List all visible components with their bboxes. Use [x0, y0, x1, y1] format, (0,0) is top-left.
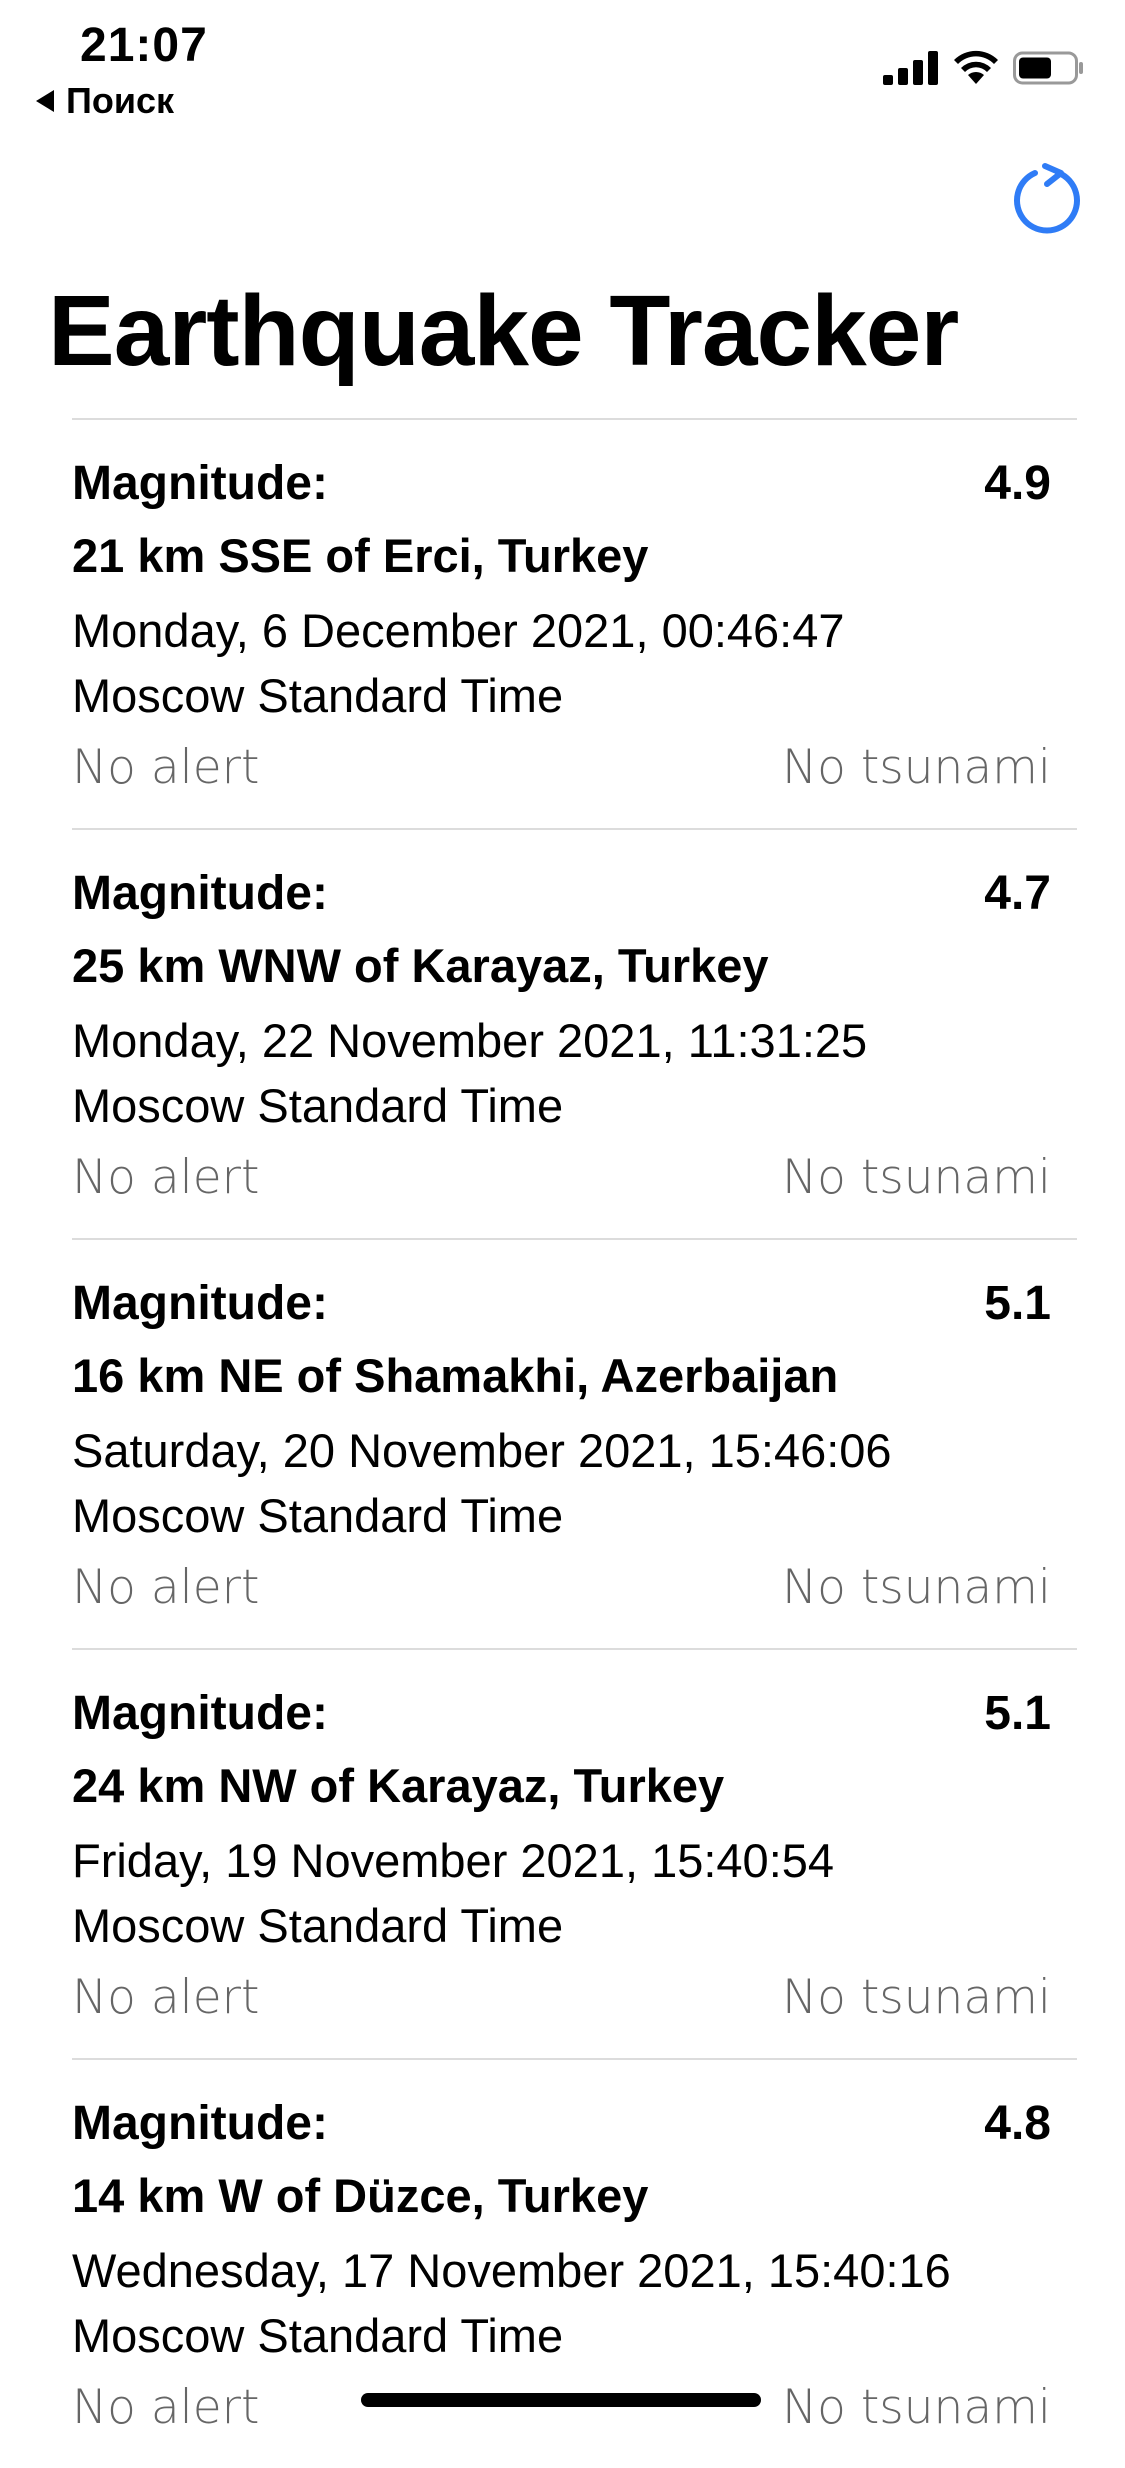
earthquake-timezone: Moscow Standard Time	[72, 1079, 564, 1132]
alert-status: No alert	[72, 740, 260, 795]
magnitude-value: 5.1	[984, 1277, 1051, 1330]
alert-status: No alert	[72, 2380, 260, 2435]
magnitude-line: Magnitude: 5.1	[72, 1276, 1051, 1331]
earthquake-date: Friday, 19 November 2021, 15:40:54	[72, 1834, 835, 1887]
earthquake-place: 16 km NE of Shamakhi, Azerbaijan	[72, 1349, 839, 1402]
tsunami-status: No tsunami	[782, 740, 1051, 795]
magnitude-label: Magnitude:	[72, 867, 328, 920]
status-line: No alert No tsunami	[72, 740, 1051, 795]
earthquake-place: 25 km WNW of Karayaz, Turkey	[72, 939, 769, 992]
earthquake-timezone: Moscow Standard Time	[72, 1489, 564, 1542]
refresh-button[interactable]	[1009, 162, 1085, 238]
earthquake-timezone: Moscow Standard Time	[72, 1899, 564, 1952]
earthquake-row[interactable]: Magnitude: 5.1 16 km NE of Shamakhi, Aze…	[72, 1238, 1077, 1648]
cellular-signal-icon	[883, 51, 938, 85]
battery-icon	[1013, 51, 1083, 85]
earthquake-place: 21 km SSE of Erci, Turkey	[72, 529, 649, 582]
magnitude-value: 4.8	[984, 2097, 1051, 2150]
refresh-icon	[1014, 163, 1080, 234]
status-time: 21:07	[80, 19, 208, 72]
earthquake-place: 14 km W of Düzce, Turkey	[72, 2169, 649, 2222]
tsunami-status: No tsunami	[782, 1970, 1051, 2025]
magnitude-line: Magnitude: 5.1	[72, 1686, 1051, 1741]
magnitude-value: 4.7	[984, 867, 1051, 920]
wifi-icon	[954, 50, 998, 84]
status-line: No alert No tsunami	[72, 1970, 1051, 2025]
back-triangle-icon	[36, 90, 54, 112]
magnitude-label: Magnitude:	[72, 457, 328, 510]
magnitude-line: Magnitude: 4.9	[72, 456, 1051, 511]
back-link-label: Поиск	[66, 80, 175, 121]
magnitude-label: Magnitude:	[72, 2097, 328, 2150]
earthquake-date: Wednesday, 17 November 2021, 15:40:16	[72, 2244, 951, 2297]
alert-status: No alert	[72, 1970, 260, 2025]
earthquake-place: 24 km NW of Karayaz, Turkey	[72, 1759, 725, 1812]
home-indicator[interactable]	[361, 2393, 761, 2407]
magnitude-value: 4.9	[984, 457, 1051, 510]
magnitude-value: 5.1	[984, 1687, 1051, 1740]
back-to-search-link[interactable]: Поиск	[36, 80, 174, 122]
status-line: No alert No tsunami	[72, 1560, 1051, 1615]
tsunami-status: No tsunami	[782, 1150, 1051, 1205]
magnitude-line: Magnitude: 4.8	[72, 2096, 1051, 2151]
page-title: Earthquake Tracker	[48, 275, 959, 387]
status-icons	[883, 50, 1085, 86]
magnitude-label: Magnitude:	[72, 1687, 328, 1740]
earthquake-row[interactable]: Magnitude: 5.1 24 km NW of Karayaz, Turk…	[72, 1648, 1077, 2058]
earthquake-date: Saturday, 20 November 2021, 15:46:06	[72, 1424, 892, 1477]
earthquake-timezone: Moscow Standard Time	[72, 2309, 564, 2362]
magnitude-line: Magnitude: 4.7	[72, 866, 1051, 921]
earthquake-date: Monday, 22 November 2021, 11:31:25	[72, 1014, 868, 1067]
alert-status: No alert	[72, 1150, 260, 1205]
earthquake-date: Monday, 6 December 2021, 00:46:47	[72, 604, 845, 657]
tsunami-status: No tsunami	[782, 2380, 1051, 2435]
earthquake-row[interactable]: Magnitude: 4.7 25 km WNW of Karayaz, Tur…	[72, 828, 1077, 1238]
status-line: No alert No tsunami	[72, 1150, 1051, 1205]
earthquake-timezone: Moscow Standard Time	[72, 669, 564, 722]
status-line: No alert No tsunami	[72, 2380, 1051, 2435]
alert-status: No alert	[72, 1560, 260, 1615]
earthquake-row[interactable]: Magnitude: 4.9 21 km SSE of Erci, Turkey…	[72, 418, 1077, 828]
magnitude-label: Magnitude:	[72, 1277, 328, 1330]
earthquake-list[interactable]: Magnitude: 4.9 21 km SSE of Erci, Turkey…	[72, 418, 1077, 2468]
tsunami-status: No tsunami	[782, 1560, 1051, 1615]
